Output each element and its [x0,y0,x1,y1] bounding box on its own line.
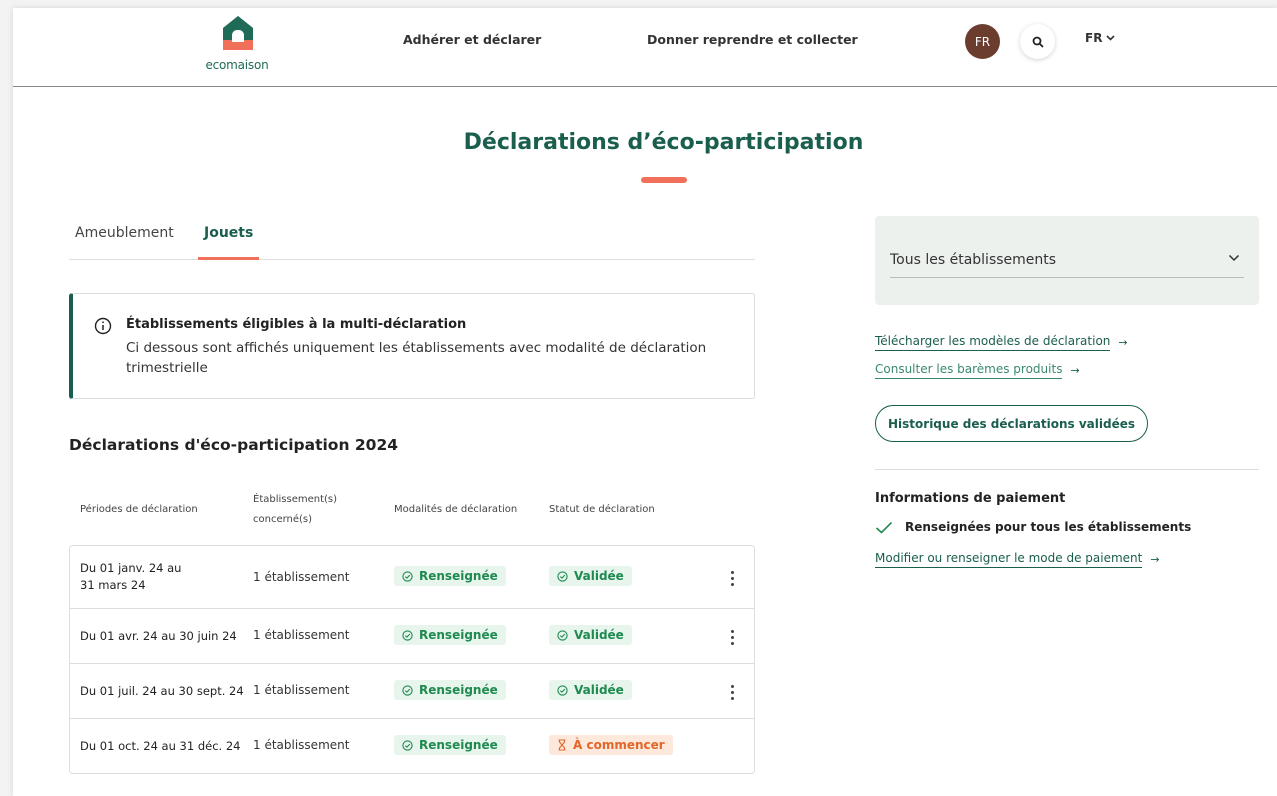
edit-payment-method-link[interactable]: Modifier ou renseigner le mode de paieme… [875,551,1160,568]
table-row: Du 01 avr. 24 au 30 juin 24 1 établissem… [70,609,754,664]
status-label: Validée [574,683,624,697]
tab-furniture[interactable]: Ameublement [75,225,174,241]
site-header: ecomaison Adhérer et déclarer Donner rep… [13,8,1277,87]
search-button[interactable] [1020,24,1055,59]
status-badge: Validée [549,566,632,586]
title-accent-bar [641,177,687,183]
modality-badge: Renseignée [394,735,506,755]
search-icon [1032,36,1043,47]
modality-label: Renseignée [419,628,498,642]
period-cell: Du 01 avr. 24 au 30 juin 24 [80,629,237,643]
download-templates-label: Télécharger les modèles de déclaration [875,334,1111,351]
info-icon [94,317,112,335]
payment-info-title: Informations de paiement [875,491,1066,506]
download-templates-link[interactable]: Télécharger les modèles de déclaration → [875,334,1128,351]
arrow-right-icon: → [1118,336,1128,349]
row-actions-menu[interactable] [729,685,735,700]
establishment-filter[interactable]: Tous les établissements [875,216,1259,305]
modality-label: Renseignée [419,569,498,583]
info-title: Établissements éligibles à la multi-décl… [126,317,467,332]
period-cell: Du 01 juil. 24 au 30 sept. 24 [80,684,244,698]
status-badge: Validée [549,680,632,700]
arrow-right-icon: → [1150,553,1160,566]
status-label: Validée [574,628,624,642]
check-circle-icon [402,570,413,582]
modality-badge: Renseignée [394,566,506,586]
modality-label: Renseignée [419,738,498,752]
period-cell: Du 01 oct. 24 au 31 déc. 24 [80,739,241,753]
row-actions-menu[interactable] [729,571,735,586]
language-label: FR [1085,31,1103,45]
check-circle-icon [402,629,413,641]
filter-select-label: Tous les établissements [890,252,1057,268]
edit-payment-label: Modifier ou renseigner le mode de paieme… [875,551,1143,568]
nav-donate-collect[interactable]: Donner reprendre et collecter [647,32,858,47]
establishment-cell: 1 établissement [253,738,350,752]
tab-toys[interactable]: Jouets [204,225,253,241]
active-tab-indicator [198,257,259,260]
check-circle-icon [557,570,568,582]
sidebar-divider [875,469,1259,470]
establishment-cell: 1 établissement [253,570,350,584]
modality-label: Renseignée [419,683,498,697]
payment-status-label: Renseignées pour tous les établissements [905,520,1192,534]
modality-badge: Renseignée [394,680,506,700]
check-circle-icon [402,684,413,696]
page-title: Déclarations d’éco-participation [463,130,864,155]
table-row: Du 01 oct. 24 au 31 déc. 24 1 établissem… [70,719,754,774]
declarations-table: Du 01 janv. 24 au 31 mars 24 1 établisse… [69,545,755,774]
status-label: À commencer [573,738,665,752]
validated-history-button[interactable]: Historique des déclarations validées [875,405,1148,442]
section-title: Déclarations d'éco-participation 2024 [69,436,399,454]
nav-join-declare[interactable]: Adhérer et déclarer [403,32,541,47]
filter-underline [890,277,1244,278]
period-cell: Du 01 janv. 24 au 31 mars 24 [80,561,182,592]
check-circle-icon [557,684,568,696]
ecomaison-logo[interactable]: ecomaison [197,14,277,74]
header-period: Périodes de déclaration [80,504,198,515]
header-modality: Modalités de déclaration [394,504,518,515]
arrow-right-icon: → [1070,364,1080,377]
product-rates-label: Consulter les barèmes produits [875,362,1063,379]
info-text: Ci dessous sont affichés uniquement les … [126,340,707,376]
logo-text: ecomaison [205,58,269,72]
header-status: Statut de déclaration [549,504,655,515]
browser-frame: ecomaison Adhérer et déclarer Donner rep… [13,8,1277,796]
category-tabs: Ameublement Jouets [69,214,755,260]
check-circle-icon [402,739,413,751]
chevron-down-icon [1106,35,1116,41]
hourglass-icon [558,739,566,751]
check-circle-icon [557,629,568,641]
product-rates-link[interactable]: Consulter les barèmes produits → [875,362,1080,379]
info-banner: Établissements éligibles à la multi-décl… [69,293,755,399]
modality-badge: Renseignée [394,625,506,645]
check-icon [875,521,893,534]
status-badge: À commencer [549,735,673,755]
establishment-cell: 1 établissement [253,628,350,642]
status-label: Validée [574,569,624,583]
user-avatar[interactable]: FR [965,24,1000,59]
establishment-cell: 1 établissement [253,683,350,697]
table-row: Du 01 juil. 24 au 30 sept. 24 1 établiss… [70,664,754,719]
table-row: Du 01 janv. 24 au 31 mars 24 1 établisse… [70,546,754,609]
status-badge: Validée [549,625,632,645]
header-establishments: Établissement(s) concerné(s) [253,494,338,525]
chevron-down-icon [1228,254,1240,262]
house-logo-icon [223,16,253,50]
payment-status: Renseignées pour tous les établissements [875,520,1191,534]
language-selector[interactable]: FR [1085,31,1116,45]
row-actions-menu[interactable] [729,630,735,645]
